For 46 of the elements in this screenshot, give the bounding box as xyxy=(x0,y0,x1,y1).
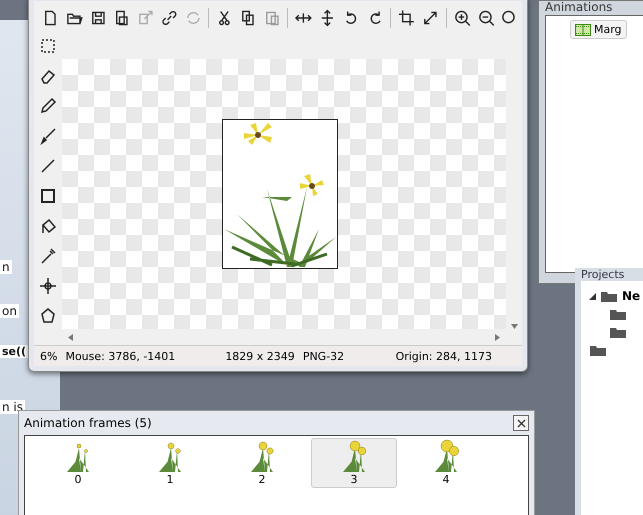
animation-frame[interactable]: 0 xyxy=(35,438,121,488)
animation-frame[interactable]: 1 xyxy=(127,438,213,488)
fill-tool-icon[interactable] xyxy=(39,217,57,235)
panel-title: Animation frames (5) xyxy=(24,416,152,430)
saveas-icon[interactable] xyxy=(113,9,130,27)
polygon-tool-icon[interactable] xyxy=(39,307,57,325)
rect-tool-icon[interactable] xyxy=(39,187,57,205)
resize-icon[interactable] xyxy=(422,9,439,27)
scroll-right-icon[interactable] xyxy=(495,334,500,340)
folder-icon xyxy=(600,290,618,302)
code-fragment: se(( xyxy=(0,345,28,358)
scroll-down-icon[interactable] xyxy=(510,324,518,329)
tree-item[interactable]: Ne xyxy=(622,289,640,303)
animation-item[interactable]: Marg xyxy=(570,20,627,39)
folder-icon xyxy=(589,344,607,356)
animation-frame[interactable]: 3 xyxy=(311,438,397,488)
zoom-level: 6% xyxy=(40,350,58,362)
pencil-tool-icon[interactable] xyxy=(39,97,57,115)
film-icon xyxy=(575,24,591,36)
point-tool-icon[interactable] xyxy=(39,277,57,295)
movev-icon[interactable] xyxy=(319,9,336,27)
text-fragment: n xyxy=(0,260,12,274)
text-fragment: on xyxy=(0,304,19,318)
origin-position: Origin: 284, 1173 xyxy=(396,350,492,362)
dropper-tool-icon[interactable] xyxy=(39,247,57,265)
folder-icon xyxy=(609,326,627,338)
close-icon[interactable] xyxy=(513,415,529,431)
brush-tool-icon[interactable] xyxy=(39,127,57,145)
animation-frame[interactable]: 2 xyxy=(219,438,305,488)
save-icon[interactable] xyxy=(90,9,106,27)
animation-frame[interactable]: 4 xyxy=(403,438,489,488)
line-tool-icon[interactable] xyxy=(39,157,57,175)
link-icon[interactable] xyxy=(160,9,178,27)
panel-title: Projects xyxy=(581,268,626,281)
crop-icon[interactable] xyxy=(398,9,416,27)
zoomin-icon[interactable] xyxy=(454,9,470,27)
eraser-tool-icon[interactable] xyxy=(39,67,57,85)
image-format: PNG-32 xyxy=(302,350,344,362)
mouse-position: Mouse: 3786, -1401 xyxy=(65,350,176,362)
folder-icon xyxy=(609,308,627,320)
select-tool-icon[interactable] xyxy=(39,37,57,55)
image-size: 1829 x 2349 xyxy=(225,350,295,362)
collapse-icon[interactable] xyxy=(589,292,596,300)
scroll-left-icon[interactable] xyxy=(68,334,73,340)
zoomout-icon[interactable] xyxy=(478,9,494,27)
panel-title: Animations xyxy=(545,1,614,15)
